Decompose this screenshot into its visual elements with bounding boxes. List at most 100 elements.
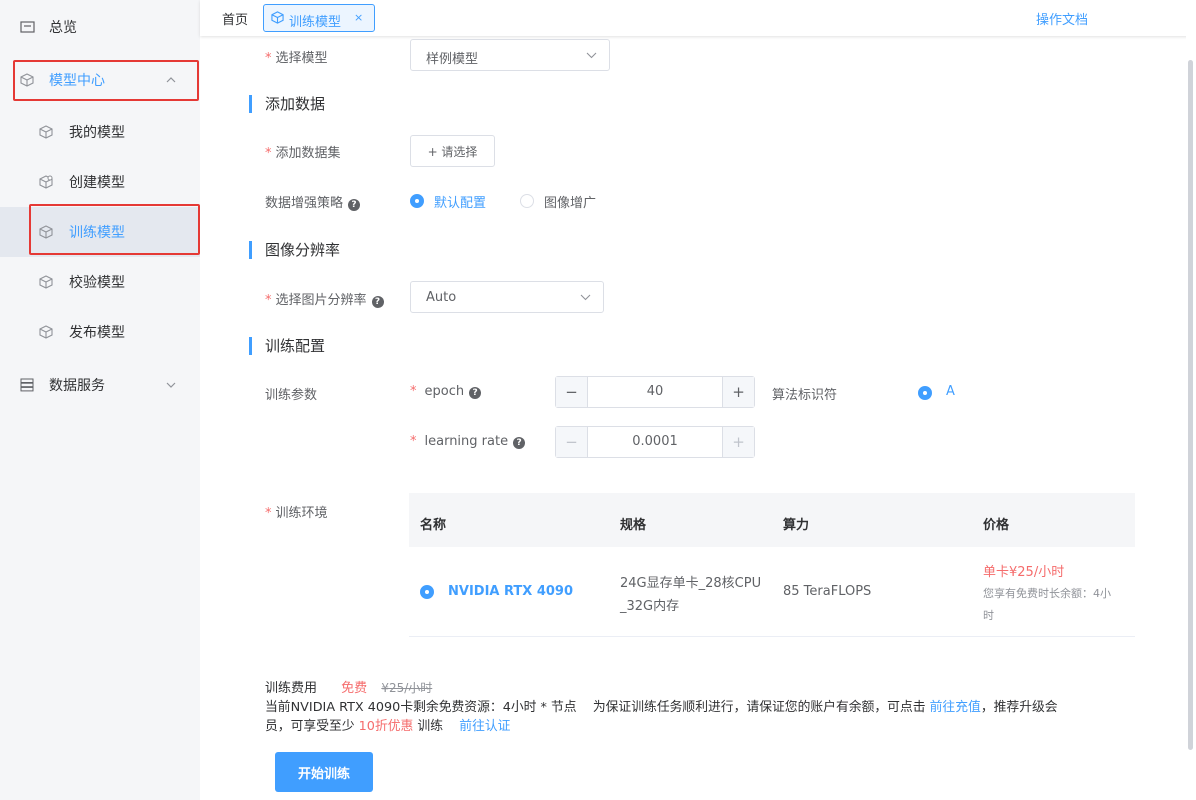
sidebar-item-label: 校验模型 — [69, 275, 125, 291]
chevron-down-icon — [580, 290, 591, 305]
fee-notice-line1: 当前NVIDIA RTX 4090卡剩余免费资源：4小时 * 节点 为保证训练任… — [265, 696, 1058, 715]
section-title-add-data: 添加数据 — [249, 95, 325, 113]
col-header-name: 名称 — [420, 518, 447, 533]
cube-icon — [19, 72, 35, 88]
fee-notice-text: 员，可享受至少 — [265, 719, 359, 734]
model-select-value: 样例模型 — [426, 52, 479, 67]
col-header-price: 价格 — [983, 518, 1010, 533]
gpu-spec-line1: 24G显存单卡_28核CPU — [620, 576, 762, 591]
resolution-select-value: Auto — [426, 290, 457, 305]
sidebar-item-label: 创建模型 — [69, 175, 125, 191]
start-training-button[interactable]: 开始训练 — [275, 752, 373, 792]
increment-button[interactable]: + — [722, 427, 754, 457]
gpu-spec-line2: _32G内存 — [620, 599, 680, 614]
epoch-label: * epoch? — [410, 384, 482, 399]
fee-original-price: ¥25/小时 — [381, 681, 433, 695]
epoch-value[interactable]: 40 — [588, 384, 722, 399]
env-label: * 训练环境 — [265, 506, 328, 521]
fee-free: 免费 — [341, 681, 368, 696]
chevron-up-icon — [166, 75, 176, 86]
overview-icon — [19, 19, 35, 35]
env-radio[interactable] — [420, 585, 434, 599]
cube-check-icon — [38, 274, 54, 290]
sidebar-item-label: 发布模型 — [69, 325, 125, 341]
fee-label: 训练费用 — [265, 681, 318, 696]
help-icon[interactable]: ? — [469, 387, 482, 399]
lr-stepper[interactable]: − 0.0001 + — [555, 426, 755, 458]
cube-plus-icon — [38, 174, 54, 190]
cube-icon — [38, 224, 54, 240]
cube-publish-icon — [38, 324, 54, 340]
augment-image-radio[interactable] — [520, 194, 534, 208]
col-header-compute: 算力 — [783, 518, 810, 533]
fee-line: 训练费用 免费 ¥25/小时 — [265, 677, 432, 696]
cube-icon — [271, 11, 284, 28]
fee-notice-text: 训练 — [413, 719, 460, 734]
fee-notice-text: 当前NVIDIA RTX 4090卡剩余免费资源：4小时 * 节点 为保证训练任… — [265, 700, 930, 715]
sidebar-item-label: 数据服务 — [49, 378, 105, 394]
env-table-header: 名称 规格 算力 价格 — [409, 493, 1135, 547]
free-balance-line2: 时 — [983, 609, 994, 622]
lr-value[interactable]: 0.0001 — [588, 434, 722, 449]
table-row[interactable]: NVIDIA RTX 4090 24G显存单卡_28核CPU _32G内存 85… — [409, 547, 1135, 637]
tab-label: 训练模型 — [289, 15, 342, 30]
algo-radio[interactable] — [918, 386, 932, 400]
resolution-label: * 选择图片分辨率? — [265, 289, 384, 308]
sidebar-item-model-center[interactable]: 模型中心 — [0, 60, 200, 100]
select-model-label: * 选择模型 — [265, 51, 328, 66]
fee-notice-line2: 员，可享受至少 10折优惠 训练 前往认证 — [265, 715, 510, 734]
sidebar-item-overview[interactable]: 总览 — [0, 7, 200, 47]
sidebar-item-create-model[interactable]: 创建模型 — [0, 162, 200, 202]
increment-button[interactable]: + — [722, 377, 754, 407]
sidebar: 总览 模型中心 我的模型 创建模型 训练模型 校验模型 发布模型 数据服务 — [0, 0, 200, 800]
algo-label: 算法标识符 — [772, 388, 838, 403]
section-title-train: 训练配置 — [249, 337, 325, 355]
home-link[interactable]: 首页 — [222, 9, 248, 28]
sidebar-item-label: 模型中心 — [49, 73, 105, 89]
augment-image-label[interactable]: 图像增广 — [544, 192, 596, 211]
sidebar-item-publish-model[interactable]: 发布模型 — [0, 312, 200, 352]
free-balance-line1: 您享有免费时长余额：4小 — [983, 587, 1111, 600]
epoch-stepper[interactable]: − 40 + — [555, 376, 755, 408]
sidebar-item-my-models[interactable]: 我的模型 — [0, 112, 200, 152]
chevron-down-icon — [166, 380, 176, 391]
help-icon[interactable]: ? — [513, 437, 526, 449]
algo-value[interactable]: A — [946, 384, 955, 399]
sidebar-item-label: 训练模型 — [69, 225, 125, 241]
discount-text: 10折优惠 — [358, 719, 414, 734]
help-icon[interactable]: ? — [348, 199, 361, 211]
docs-link[interactable]: 操作文档 — [1036, 9, 1088, 28]
col-header-spec: 规格 — [620, 518, 647, 533]
augment-default-label[interactable]: 默认配置 — [434, 192, 486, 211]
add-dataset-label: * 添加数据集 — [265, 146, 341, 161]
resolution-select[interactable]: Auto — [410, 281, 604, 313]
database-icon — [19, 377, 35, 393]
sidebar-item-verify-model[interactable]: 校验模型 — [0, 262, 200, 302]
augment-label: 数据增强策略? — [265, 192, 361, 211]
choose-dataset-button[interactable]: + 请选择 — [410, 135, 495, 167]
lr-label: * learning rate? — [410, 434, 526, 449]
scrollbar-thumb[interactable] — [1188, 60, 1193, 750]
help-icon[interactable]: ? — [371, 296, 384, 308]
section-title-resolution: 图像分辨率 — [249, 241, 340, 259]
sidebar-item-data-service[interactable]: 数据服务 — [0, 365, 200, 405]
gpu-compute: 85 TeraFLOPS — [783, 584, 872, 599]
top-bar: 首页 训练模型 × 操作文档 — [200, 0, 1196, 36]
gpu-name: NVIDIA RTX 4090 — [448, 584, 574, 599]
close-icon[interactable]: × — [354, 11, 363, 24]
train-params-label: 训练参数 — [265, 388, 318, 403]
cube-icon — [38, 124, 54, 140]
model-select[interactable]: 样例模型 — [410, 39, 610, 71]
decrement-button[interactable]: − — [556, 427, 588, 457]
gpu-price: 单卡¥25/小时 — [983, 565, 1065, 580]
decrement-button[interactable]: − — [556, 377, 588, 407]
chevron-down-icon — [586, 48, 597, 63]
verify-link[interactable]: 前往认证 — [459, 719, 510, 734]
recharge-link[interactable]: 前往充值 — [930, 700, 981, 715]
sidebar-item-label: 总览 — [49, 20, 77, 36]
augment-default-radio[interactable] — [410, 194, 424, 208]
tab-train-model[interactable]: 训练模型 × — [263, 4, 375, 32]
fee-notice-text: ，推荐升级会 — [980, 700, 1058, 715]
sidebar-item-train-model[interactable]: 训练模型 — [0, 207, 200, 257]
sidebar-item-label: 我的模型 — [69, 125, 125, 141]
